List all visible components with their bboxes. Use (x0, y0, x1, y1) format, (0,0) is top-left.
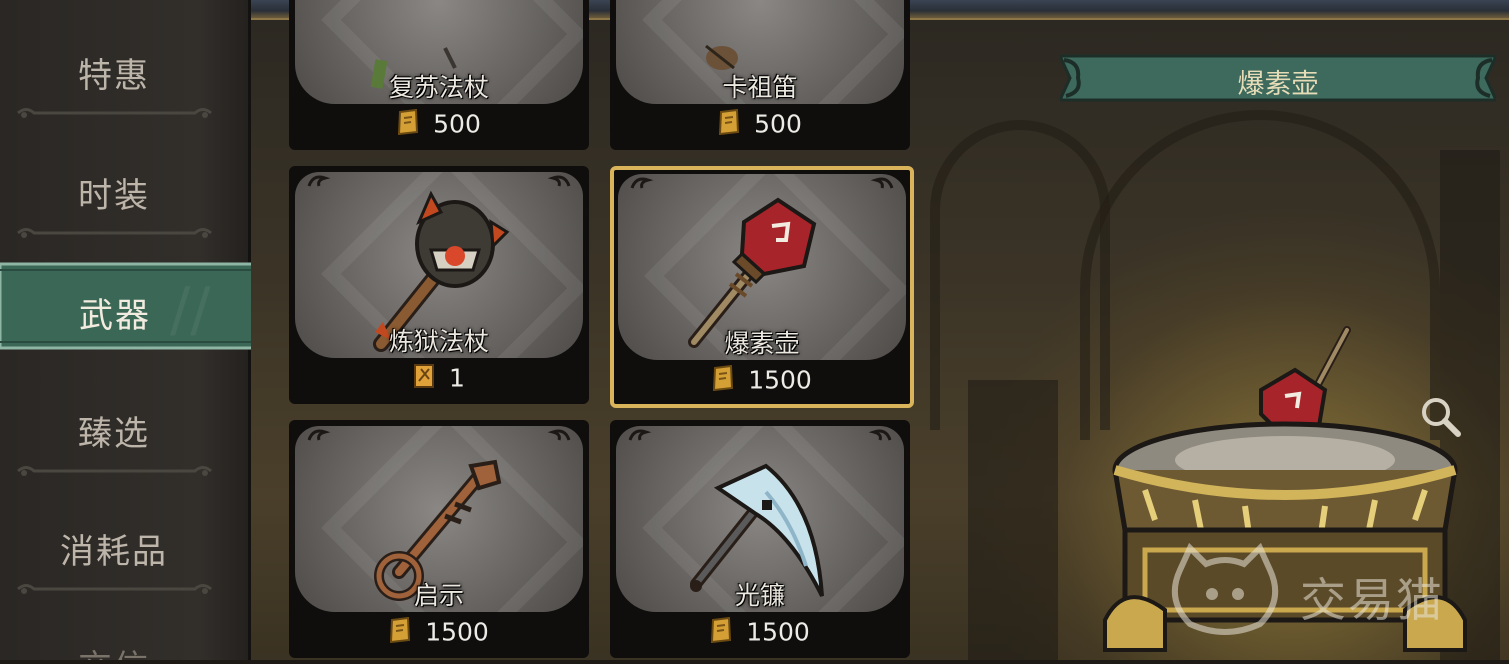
shop-item-card[interactable]: 复苏法杖 500 (289, 0, 589, 150)
item-name: 复苏法杖 (388, 73, 489, 102)
bomb-pot-preview-icon (1259, 326, 1351, 437)
sidebar-item-consumables[interactable]: 消耗品 (0, 496, 235, 596)
decorative-corner (630, 174, 656, 194)
decorative-corner (545, 426, 571, 446)
decorative-corner (868, 174, 894, 194)
item-name: 卡祖笛 (722, 73, 798, 102)
preview-title-banner: 爆素壶 (1060, 52, 1496, 104)
sidebar-item-label: 臻选 (78, 414, 150, 454)
gold-coin-icon (398, 109, 419, 135)
sidebar-item-label: 消耗品 (60, 532, 168, 572)
divider (14, 582, 215, 596)
sidebar-item-fashion[interactable]: 时装 (0, 140, 235, 240)
item-price: 500 (610, 108, 910, 144)
item-name: 炼狱法杖 (388, 327, 489, 356)
decorative-corner (307, 426, 333, 446)
sidebar-item-special-offers[interactable]: 特惠 (0, 20, 235, 120)
sidebar-item-label: 特惠 (78, 56, 150, 96)
item-price: 1 (289, 362, 589, 398)
item-price: 500 (289, 108, 589, 144)
sidebar-item-weapons[interactable]: // 武器 (0, 258, 278, 354)
watermark-text: 交易猫 (1300, 573, 1444, 627)
item-price: 1500 (610, 616, 910, 652)
divider (14, 464, 215, 478)
decorative-corner (628, 426, 654, 446)
gold-coin-icon (390, 617, 411, 643)
shop-item-card[interactable]: 光镰 1500 (610, 420, 910, 658)
shop-item-card[interactable]: 启示 1500 (289, 420, 589, 658)
decorative-corner (307, 172, 333, 192)
divider (14, 226, 215, 240)
shop-item-card-selected[interactable]: 爆素壶 1500 (610, 166, 914, 408)
preview-title: 爆素壶 (1237, 69, 1319, 100)
sidebar-item-label: 交信 (0, 640, 228, 660)
sidebar-item-label: 武器 (79, 296, 151, 336)
decorative-corner (866, 426, 892, 446)
sidebar-item-curated[interactable]: 臻选 (0, 378, 235, 478)
gold-coin-icon (713, 365, 734, 391)
cat-logo-icon (1171, 542, 1279, 635)
decorative-corner (545, 172, 571, 192)
weapon-ticket-icon (414, 364, 435, 388)
item-name: 爆素壶 (724, 329, 800, 358)
sidebar-item-exchange[interactable]: 交信 (0, 614, 235, 660)
item-price: 1500 (612, 364, 912, 400)
divider (14, 106, 215, 120)
shop-item-card[interactable]: 炼狱法杖 1 (289, 166, 589, 404)
gold-coin-icon (711, 617, 732, 643)
item-name: 光镰 (734, 581, 785, 610)
background-pillar (968, 380, 1058, 660)
magnifier-icon[interactable] (1418, 394, 1462, 438)
sidebar-item-label: 时装 (78, 176, 150, 216)
watermark: 交易猫 (1160, 540, 1490, 640)
item-name: 启示 (413, 581, 464, 610)
shop-item-card[interactable]: 卡祖笛 500 (610, 0, 910, 150)
gold-coin-icon (719, 109, 740, 135)
item-price: 1500 (289, 616, 589, 652)
